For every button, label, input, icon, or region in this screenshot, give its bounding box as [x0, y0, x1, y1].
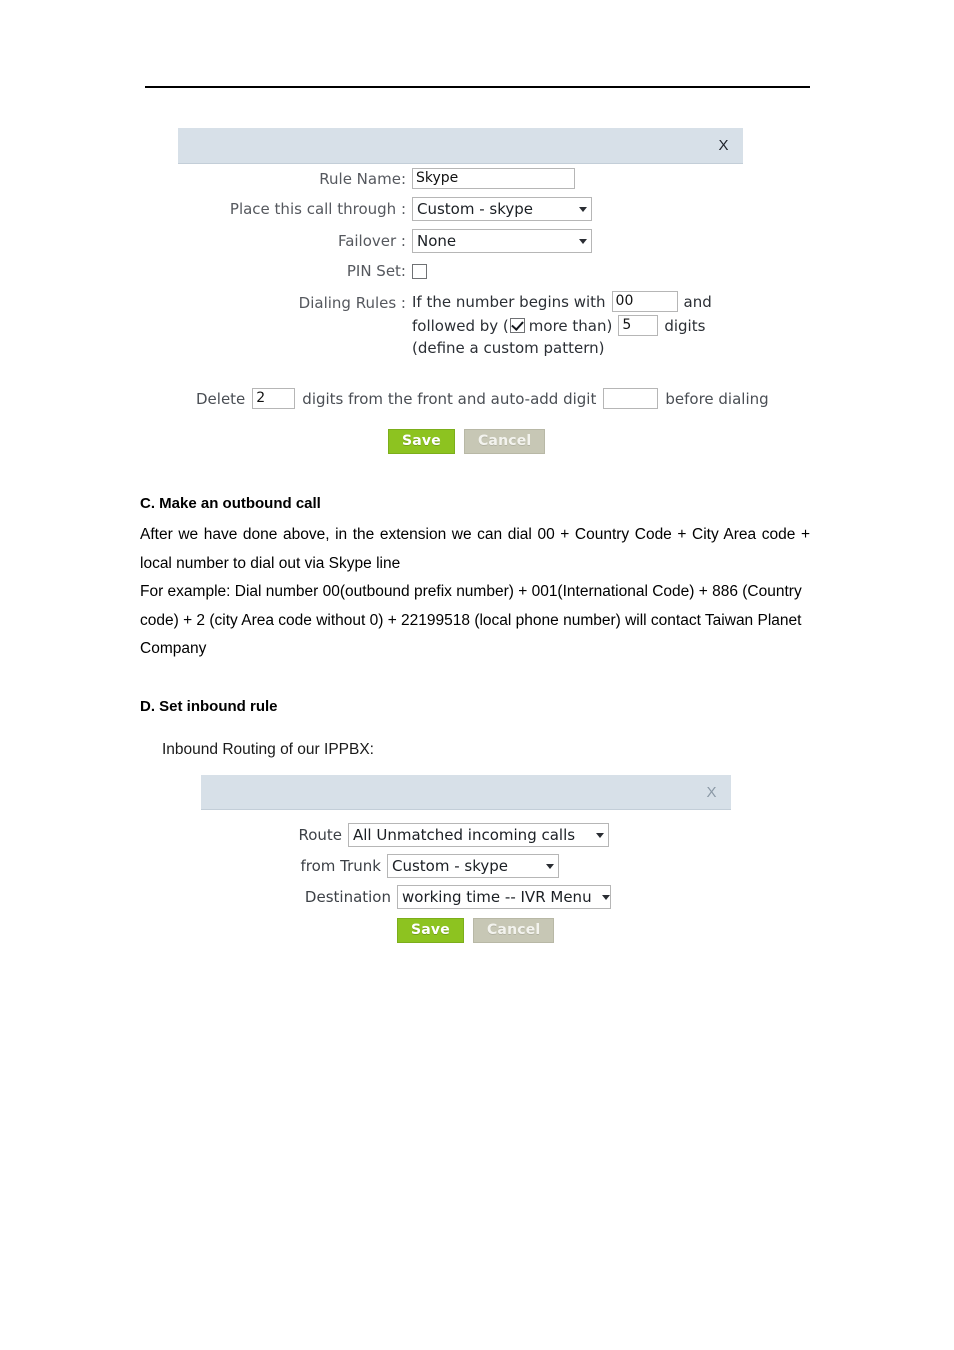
dialing-rules-block: If the number begins with 00 and followe… — [412, 291, 712, 357]
document-page: X Rule Name: Skype Place this call throu… — [0, 0, 954, 1350]
place-call-through-select[interactable]: Custom - skype — [412, 197, 592, 221]
field-row-destination: Destination working time -- IVR Menu — [201, 885, 731, 909]
pin-set-label: PIN Set: — [346, 262, 406, 280]
auto-add-digit-input[interactable] — [603, 388, 659, 409]
rule-name-label: Rule Name: — [319, 169, 406, 188]
section-d-heading: D. Set inbound rule — [140, 698, 278, 715]
pin-set-checkbox[interactable] — [412, 263, 427, 279]
delete-prefix-text: Delete — [196, 389, 246, 408]
begins-with-prefix-text: If the number begins with — [412, 292, 606, 311]
section-c-paragraph-1: After we have done above, in the extensi… — [140, 526, 810, 572]
chevron-down-icon — [596, 832, 604, 838]
delete-digits-input[interactable]: 2 — [252, 388, 296, 409]
field-row-pin-set: PIN Set: — [178, 262, 743, 280]
close-icon[interactable]: X — [718, 138, 743, 153]
section-c-body: After we have done above, in the extensi… — [140, 521, 810, 664]
rule-name-input[interactable]: Skype — [412, 168, 575, 189]
custom-pattern-hint: (define a custom pattern) — [412, 339, 605, 357]
digits-count-input[interactable]: 5 — [618, 315, 659, 336]
route-value: All Unmatched incoming calls — [353, 826, 576, 844]
from-trunk-select[interactable]: Custom - skype — [387, 854, 559, 878]
failover-label: Failover : — [337, 232, 406, 250]
destination-label: Destination — [304, 888, 391, 906]
chevron-down-icon — [579, 206, 587, 212]
header-divider — [145, 86, 810, 88]
from-trunk-value: Custom - skype — [392, 857, 509, 875]
outbound-form: Rule Name: Skype Place this call through… — [178, 168, 743, 357]
digits-suffix-text: digits — [664, 316, 706, 335]
delete-autoadd-row: Delete 2 digits from the front and auto-… — [196, 388, 769, 409]
inbound-dialog-titlebar: X — [201, 775, 731, 810]
place-call-through-label: Place this call through : — [229, 200, 406, 218]
save-button[interactable]: Save — [388, 429, 455, 454]
begins-with-suffix-text: and — [683, 292, 712, 311]
cancel-button[interactable]: Cancel — [472, 918, 555, 943]
more-than-checkbox[interactable] — [509, 318, 525, 333]
dialing-rules-line-1: If the number begins with 00 and — [412, 291, 712, 312]
field-row-route: Route All Unmatched incoming calls — [201, 823, 731, 847]
route-label: Route — [298, 826, 342, 844]
save-button[interactable]: Save — [397, 918, 464, 943]
dialing-rules-label: Dialing Rules : — [298, 294, 406, 312]
outbound-dialog-titlebar: X — [178, 128, 743, 164]
field-row-rule-name: Rule Name: Skype — [178, 168, 743, 189]
delete-suffix-text: before dialing — [665, 389, 769, 408]
field-row-dialing-rules: Dialing Rules : If the number begins wit… — [178, 291, 743, 357]
route-select[interactable]: All Unmatched incoming calls — [348, 823, 609, 847]
from-trunk-label: from Trunk — [300, 857, 381, 875]
failover-value: None — [417, 232, 457, 250]
dialing-rules-line-3: (define a custom pattern) — [412, 339, 712, 357]
failover-select[interactable]: None — [412, 229, 592, 253]
field-row-failover: Failover : None — [178, 229, 743, 253]
section-c-paragraph-2: For example: Dial number 00(outbound pre… — [140, 583, 802, 657]
destination-select[interactable]: working time -- IVR Menu — [397, 885, 611, 909]
destination-value: working time -- IVR Menu — [402, 888, 592, 906]
delete-middle-text: digits from the front and auto-add digit — [302, 389, 597, 408]
inbound-route-dialog: X Route All Unmatched incoming calls fro… — [201, 775, 731, 950]
chevron-down-icon — [579, 238, 587, 244]
more-than-text: more than) — [528, 316, 613, 335]
cancel-button[interactable]: Cancel — [463, 429, 546, 454]
place-call-through-value: Custom - skype — [417, 200, 534, 218]
begins-with-input[interactable]: 00 — [611, 291, 678, 312]
chevron-down-icon — [601, 894, 610, 900]
section-c-heading: C. Make an outbound call — [140, 495, 321, 512]
followed-by-prefix-text: followed by ( — [412, 316, 509, 335]
close-icon[interactable]: X — [706, 785, 731, 800]
inbound-routing-caption: Inbound Routing of our IPPBX: — [162, 741, 374, 758]
chevron-down-icon — [546, 863, 554, 869]
outbound-route-dialog: X Rule Name: Skype Place this call throu… — [178, 128, 769, 458]
outbound-dialog-buttons: Save Cancel — [388, 429, 546, 454]
field-row-from-trunk: from Trunk Custom - skype — [201, 854, 731, 878]
field-row-place-call-through: Place this call through : Custom - skype — [178, 197, 743, 221]
dialing-rules-line-2: followed by ( more than) 5 digits — [412, 315, 712, 336]
inbound-form: Route All Unmatched incoming calls from … — [201, 823, 731, 909]
inbound-dialog-buttons: Save Cancel — [397, 918, 555, 943]
